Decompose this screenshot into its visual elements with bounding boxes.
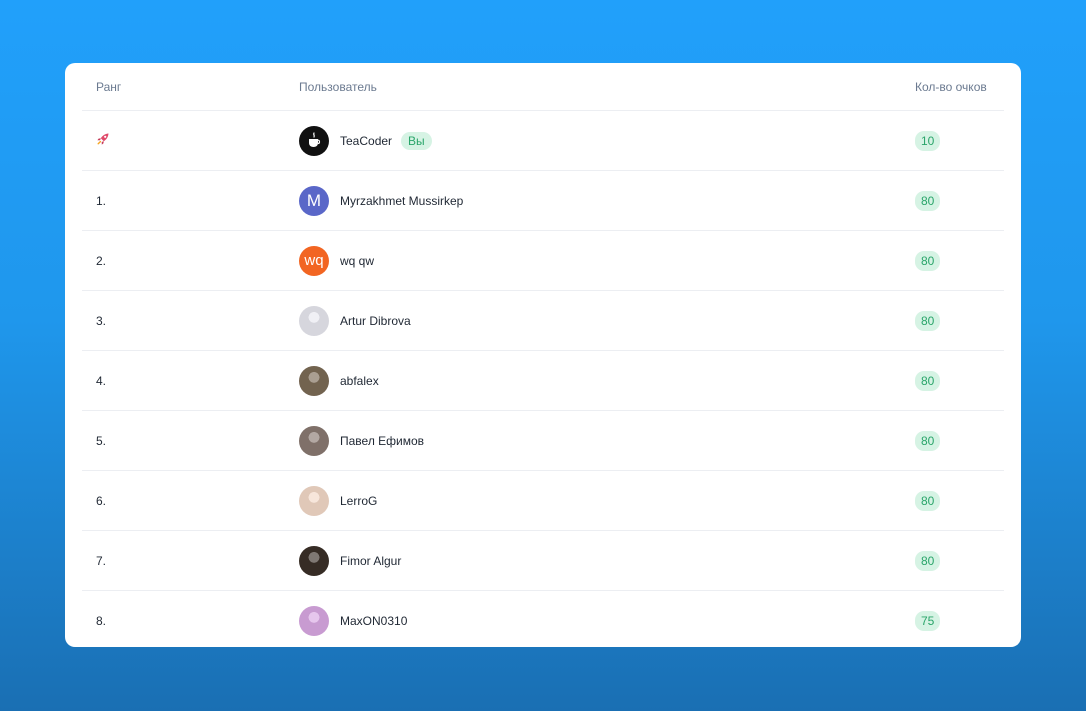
score-badge: 80 — [915, 430, 941, 451]
user-name[interactable]: abfalex — [340, 374, 379, 388]
table-row[interactable]: 1. M Myrzakhmet Mussirkep 80 — [82, 171, 1004, 231]
score-badge: 80 — [915, 310, 941, 331]
table-row[interactable]: 4. abfalex 80 — [82, 351, 1004, 411]
user-name[interactable]: MaxON0310 — [340, 614, 407, 628]
user-name[interactable]: LerroG — [340, 494, 377, 508]
table-row[interactable]: 5. Павел Ефимов 80 — [82, 411, 1004, 471]
user-name[interactable]: Fimor Algur — [340, 554, 401, 568]
score-badge: 80 — [915, 550, 941, 571]
current-user-row[interactable]: TeaCoder Вы 10 — [82, 111, 1004, 171]
header-rank: Ранг — [96, 79, 122, 94]
avatar[interactable] — [299, 485, 329, 516]
avatar[interactable] — [299, 605, 329, 636]
user-name[interactable]: Myrzakhmet Mussirkep — [340, 194, 463, 208]
teacup-icon[interactable] — [299, 125, 329, 156]
leaderboard-table: Ранг Пользователь Кол-во очков TeaCoder … — [82, 63, 1004, 647]
header-user: Пользователь — [299, 79, 377, 94]
avatar[interactable]: M — [299, 185, 329, 216]
avatar-initials: M — [306, 190, 322, 210]
score-badge: 80 — [915, 370, 941, 391]
score-badge: 80 — [915, 490, 941, 511]
table-row[interactable]: 7. Fimor Algur 80 — [82, 531, 1004, 591]
header-score: Кол-во очков — [915, 79, 987, 94]
table-row[interactable]: 8. MaxON0310 75 — [82, 591, 1004, 647]
user-name[interactable]: Павел Ефимов — [340, 434, 424, 448]
rank-number: 8. — [96, 613, 107, 628]
rank-number: 6. — [96, 493, 107, 508]
score-badge: 75 — [915, 610, 941, 631]
avatar[interactable]: wq — [299, 245, 329, 276]
rank-number: 7. — [96, 553, 107, 568]
user-name[interactable]: Artur Dibrova — [340, 314, 411, 328]
avatar[interactable] — [299, 305, 329, 336]
score-badge: 80 — [915, 190, 941, 211]
rank-number: 2. — [96, 253, 107, 268]
table-header: Ранг Пользователь Кол-во очков — [82, 63, 1004, 111]
avatar-initials: wq — [304, 252, 324, 269]
you-badge: Вы — [401, 131, 432, 150]
rank-number: 5. — [96, 433, 107, 448]
rank-number: 4. — [96, 373, 107, 388]
avatar[interactable] — [299, 545, 329, 576]
rank-number: 1. — [96, 193, 107, 208]
score-badge: 10 — [915, 130, 941, 151]
user-name[interactable]: TeaCoder — [340, 134, 392, 148]
user-name[interactable]: wq qw — [340, 254, 374, 268]
avatar[interactable] — [299, 365, 329, 396]
leaderboard-card: Ранг Пользователь Кол-во очков TeaCoder … — [65, 63, 1021, 647]
table-row[interactable]: 6. LerroG 80 — [82, 471, 1004, 531]
table-row[interactable]: 2. wq wq qw 80 — [82, 231, 1004, 291]
rocket-icon — [96, 133, 110, 149]
rank-number: 3. — [96, 313, 107, 328]
table-row[interactable]: 3. Artur Dibrova 80 — [82, 291, 1004, 351]
avatar[interactable] — [299, 425, 329, 456]
score-badge: 80 — [915, 250, 941, 271]
